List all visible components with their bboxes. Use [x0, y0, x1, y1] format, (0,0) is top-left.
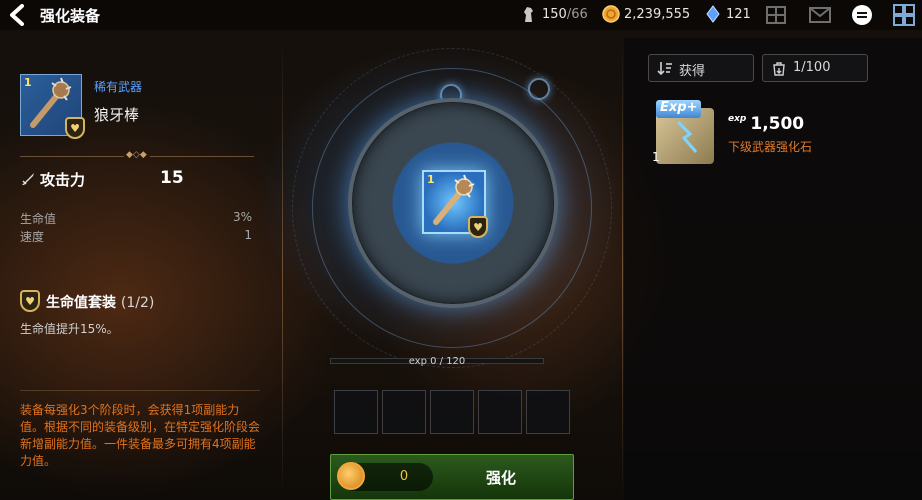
stamina-max: /66 — [566, 6, 588, 22]
enhance-target-item[interactable]: 1 ♥ — [422, 170, 488, 238]
stat-value: 3% — [232, 210, 252, 224]
stat-value: 1 — [244, 228, 252, 242]
equipment-thumbnail[interactable]: 1 ♥ — [20, 74, 85, 139]
crystal-icon — [706, 5, 720, 23]
stamina-counter[interactable]: 150 /66 — [520, 5, 588, 23]
gold-counter[interactable]: 2,239,555 — [602, 5, 690, 23]
enhance-button[interactable]: 0 强化 — [330, 454, 574, 500]
gold-coin-icon — [602, 5, 620, 23]
set-bonus-description: 生命值提升15%。 — [20, 322, 119, 336]
set-name: 生命值套装 — [46, 295, 116, 311]
exp-text: exp 0 / 120 — [408, 356, 466, 367]
bag-filter-icon — [773, 62, 785, 76]
stat-label: 速度 — [20, 230, 45, 244]
material-exp-tag: exp — [728, 114, 747, 124]
divider-right — [150, 156, 254, 157]
mail-icon[interactable] — [808, 3, 832, 27]
material-slot[interactable] — [382, 390, 426, 434]
target-level-badge: 1 — [427, 173, 435, 186]
right-separator — [622, 40, 623, 500]
chevron-left-icon — [10, 4, 24, 26]
material-slot[interactable] — [478, 390, 522, 434]
material-count: 1 — [652, 150, 660, 164]
gold-coin-icon — [337, 462, 365, 490]
material-exp: exp 1,500 — [728, 114, 804, 134]
rune-right — [528, 78, 550, 100]
filter-label: 1/100 — [793, 60, 831, 75]
sort-button[interactable]: 获得 — [648, 54, 754, 82]
top-bar: 强化装备 150 /66 2,239,555 121 — [0, 0, 922, 30]
page-title: 强化装备 — [40, 7, 101, 25]
attack-value: 15 — [160, 168, 184, 188]
note-divider — [20, 390, 260, 391]
attack-row: 攻击力 15 — [20, 168, 260, 190]
material-slot[interactable] — [430, 390, 474, 434]
divider-ornament: ◆◇◆ — [126, 150, 147, 160]
filter-button[interactable]: 1/100 — [762, 54, 868, 82]
stat-row-speed: 速度 1 — [20, 228, 252, 245]
gold-value: 2,239,555 — [624, 6, 691, 22]
divider-left — [20, 156, 124, 157]
substat-note: 装备每强化3个阶段时，会获得1项副能力值。根据不同的装备级别，在特定强化阶段会新… — [20, 403, 261, 468]
inventory-icon[interactable] — [764, 3, 788, 27]
enhance-panel: 1 ♥ exp 0 / 120 0 强化 — [282, 38, 622, 500]
equipment-level-badge: 1 — [24, 76, 32, 89]
set-heart-icon: ♥ — [20, 290, 40, 312]
equipment-rarity: 稀有武器 — [94, 80, 143, 94]
back-button[interactable] — [6, 4, 30, 26]
stat-row-hp: 生命值 3% — [20, 210, 252, 227]
attack-label: 攻击力 — [40, 171, 86, 189]
chat-icon[interactable] — [850, 3, 874, 27]
equipment-name: 狼牙棒 — [94, 106, 140, 124]
enhance-cost-value: 0 — [399, 469, 409, 484]
material-slots — [334, 390, 570, 434]
set-count: (1/2) — [120, 295, 155, 311]
material-name: 下级武器强化石 — [728, 140, 813, 154]
material-exp-value: 1,500 — [750, 114, 805, 134]
stamina-current: 150 — [542, 6, 567, 22]
material-list-panel: 获得 1/100 Exp+ 1 exp 1,500 下级武器强化石 — [624, 38, 922, 500]
material-slot[interactable] — [334, 390, 378, 434]
sort-label: 获得 — [679, 64, 706, 79]
material-slot[interactable] — [526, 390, 570, 434]
set-heart-icon: ♥ — [468, 216, 488, 238]
sword-icon — [22, 173, 34, 185]
set-bonus-title: 生命值套装 (1/2) — [46, 292, 154, 312]
enhance-button-label: 强化 — [485, 469, 516, 487]
enhance-altar: 1 ♥ — [348, 98, 558, 308]
sort-icon — [657, 62, 672, 76]
equipment-info-panel: 1 ♥ 稀有武器 狼牙棒 ◆◇◆ 攻击力 15 生命值 3% 速度 1 ♥ 生命… — [0, 38, 270, 500]
enhance-cost: 0 — [337, 462, 433, 491]
crystal-value: 121 — [726, 6, 751, 22]
stat-label: 生命值 — [20, 212, 57, 226]
material-item[interactable]: Exp+ — [654, 100, 716, 164]
horse-icon — [524, 7, 533, 22]
crystal-counter[interactable]: 121 — [704, 5, 751, 23]
exp-plus-badge: Exp+ — [656, 100, 702, 118]
menu-grid-icon[interactable] — [892, 3, 916, 27]
set-heart-icon: ♥ — [65, 117, 85, 139]
